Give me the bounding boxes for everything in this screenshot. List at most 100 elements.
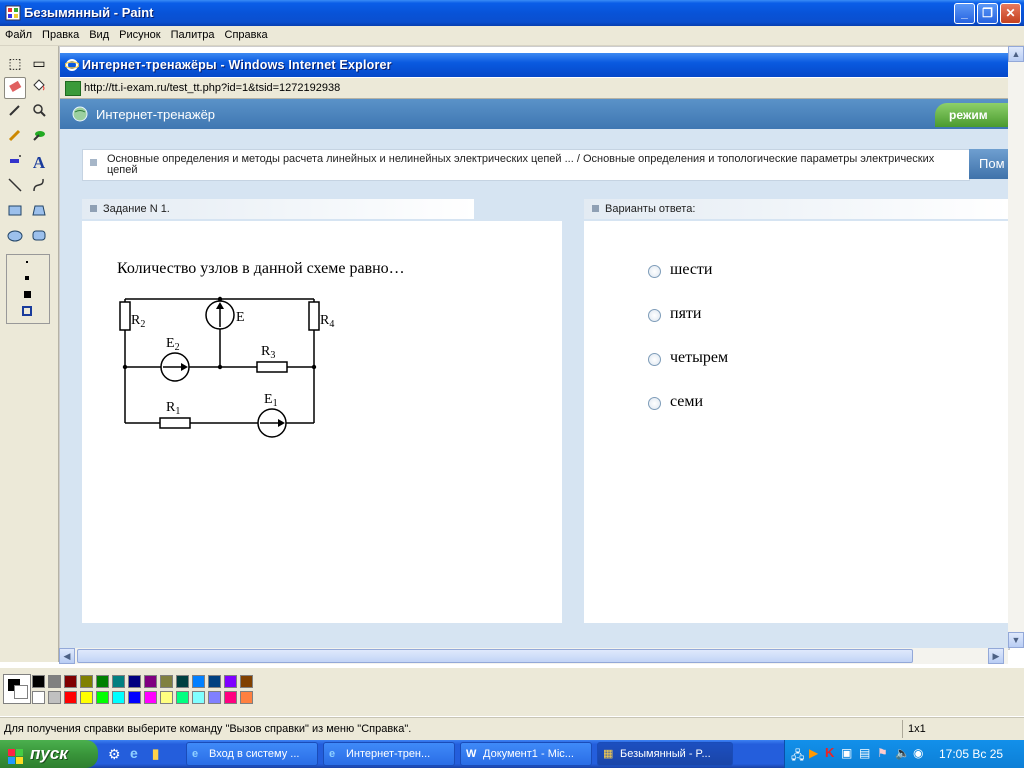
- palette-swatch[interactable]: [32, 675, 45, 688]
- magnifier-icon[interactable]: [28, 102, 50, 124]
- palette-swatch[interactable]: [144, 691, 157, 704]
- menu-bar: Файл Правка Вид Рисунок Палитра Справка: [0, 26, 1024, 46]
- display-icon[interactable]: ▤: [859, 746, 870, 760]
- brush-icon[interactable]: [28, 127, 50, 149]
- option-radio-1[interactable]: [648, 265, 661, 278]
- palette-swatch[interactable]: [112, 675, 125, 688]
- palette-swatch[interactable]: [240, 691, 253, 704]
- rectangle-tool-icon[interactable]: [4, 202, 26, 224]
- scroll-left-icon[interactable]: ◀: [59, 648, 75, 664]
- pencil-icon[interactable]: [4, 127, 26, 149]
- background-color[interactable]: [14, 685, 28, 699]
- scroll-down-icon[interactable]: ▼: [1008, 632, 1024, 648]
- palette-swatch[interactable]: [64, 675, 77, 688]
- resistor-r1: [159, 417, 191, 429]
- option-label-4[interactable]: семи: [670, 393, 703, 411]
- taskbar-item-login[interactable]: e Вход в систему ...: [186, 742, 318, 766]
- eraser-size-4[interactable]: [22, 306, 32, 316]
- status-coords: 1x1: [908, 723, 926, 735]
- eraser-icon[interactable]: [4, 77, 26, 99]
- scroll-thumb[interactable]: [77, 649, 913, 663]
- word-task-icon: W: [466, 748, 477, 760]
- palette-swatch[interactable]: [208, 691, 221, 704]
- palette-swatch[interactable]: [224, 691, 237, 704]
- palette-swatch[interactable]: [160, 675, 173, 688]
- scroll-up-icon[interactable]: ▲: [1008, 46, 1024, 62]
- eraser-size-1[interactable]: [26, 261, 28, 263]
- menu-view[interactable]: Вид: [84, 26, 114, 41]
- ellipse-tool-icon[interactable]: [4, 227, 26, 249]
- tool-options[interactable]: [6, 254, 50, 324]
- palette-swatch[interactable]: [64, 691, 77, 704]
- option-radio-4[interactable]: [648, 397, 661, 410]
- rounded-rect-tool-icon[interactable]: [28, 227, 50, 249]
- palette-swatch[interactable]: [80, 675, 93, 688]
- scroll-right-icon[interactable]: ▶: [988, 648, 1004, 664]
- palette-swatch[interactable]: [80, 691, 93, 704]
- eraser-size-2[interactable]: [25, 276, 29, 280]
- palette-swatch[interactable]: [144, 675, 157, 688]
- address-url[interactable]: http://tt.i-exam.ru/test_tt.php?id=1&tsi…: [84, 82, 340, 94]
- text-tool-icon[interactable]: A: [28, 152, 50, 174]
- task-title: Задание N 1.: [103, 203, 170, 215]
- palette-swatch[interactable]: [192, 691, 205, 704]
- airbrush-icon[interactable]: [4, 152, 26, 174]
- palette-swatch[interactable]: [48, 691, 61, 704]
- mode-button[interactable]: режим: [935, 103, 1009, 127]
- palette-swatch[interactable]: [48, 675, 61, 688]
- start-button[interactable]: пуск: [0, 740, 98, 768]
- restore-button[interactable]: ❐: [977, 3, 998, 24]
- current-colors[interactable]: [3, 674, 31, 704]
- curve-tool-icon[interactable]: [28, 177, 50, 199]
- taskbar-item-paint[interactable]: ▦ Безымянный - P...: [597, 742, 733, 766]
- language-flag-icon[interactable]: ⚑: [877, 746, 888, 760]
- option-label-2[interactable]: пяти: [670, 305, 701, 323]
- palette-swatch[interactable]: [160, 691, 173, 704]
- fill-bucket-icon[interactable]: [28, 77, 50, 99]
- close-button[interactable]: ✕: [1000, 3, 1021, 24]
- quick-launch-ie-icon[interactable]: e: [130, 745, 138, 761]
- monitor-icon[interactable]: ▣: [841, 746, 852, 760]
- volume-icon[interactable]: 🔈: [895, 746, 910, 760]
- option-label-1[interactable]: шести: [670, 261, 712, 279]
- vertical-scrollbar[interactable]: ▲ ▼: [1008, 46, 1024, 648]
- rect-select-icon[interactable]: ▭: [28, 52, 50, 74]
- palette-swatch[interactable]: [32, 691, 45, 704]
- help-button[interactable]: Пом: [969, 149, 1009, 179]
- menu-palette[interactable]: Палитра: [166, 26, 220, 41]
- color-picker-icon[interactable]: [4, 102, 26, 124]
- horizontal-scrollbar[interactable]: ◀ ▶: [59, 648, 1008, 664]
- paint-canvas[interactable]: Интернет-тренажёры - Windows Internet Ex…: [59, 46, 1010, 650]
- network-icon[interactable]: 🖧: [791, 746, 804, 767]
- menu-help[interactable]: Справка: [220, 26, 273, 41]
- palette-swatch[interactable]: [240, 675, 253, 688]
- palette-swatch[interactable]: [208, 675, 221, 688]
- menu-file[interactable]: Файл: [0, 26, 37, 41]
- palette-swatch[interactable]: [96, 675, 109, 688]
- polygon-tool-icon[interactable]: [28, 202, 50, 224]
- taskbar-item-word[interactable]: W Документ1 - Mic...: [460, 742, 592, 766]
- eraser-size-3[interactable]: [24, 291, 31, 298]
- palette-swatch[interactable]: [224, 675, 237, 688]
- palette-swatch[interactable]: [128, 675, 141, 688]
- minimize-button[interactable]: _: [954, 3, 975, 24]
- palette-swatch[interactable]: [176, 675, 189, 688]
- option-radio-3[interactable]: [648, 353, 661, 366]
- antivirus-icon[interactable]: K: [825, 745, 834, 760]
- media-icon[interactable]: ▶: [809, 746, 818, 760]
- quick-launch-media-icon[interactable]: ▮: [152, 746, 159, 762]
- option-label-3[interactable]: четырем: [670, 349, 728, 367]
- option-radio-2[interactable]: [648, 309, 661, 322]
- palette-swatch[interactable]: [176, 691, 189, 704]
- quick-launch-app-icon[interactable]: ⚙: [108, 746, 121, 763]
- line-tool-icon[interactable]: [4, 177, 26, 199]
- menu-edit[interactable]: Правка: [37, 26, 84, 41]
- palette-swatch[interactable]: [192, 675, 205, 688]
- palette-swatch[interactable]: [96, 691, 109, 704]
- palette-swatch[interactable]: [112, 691, 125, 704]
- menu-image[interactable]: Рисунок: [114, 26, 166, 41]
- free-select-icon[interactable]: ⬚: [4, 52, 26, 74]
- power-icon[interactable]: ◉: [913, 746, 923, 760]
- taskbar-item-trainer[interactable]: e Интернет-трен...: [323, 742, 455, 766]
- palette-swatch[interactable]: [128, 691, 141, 704]
